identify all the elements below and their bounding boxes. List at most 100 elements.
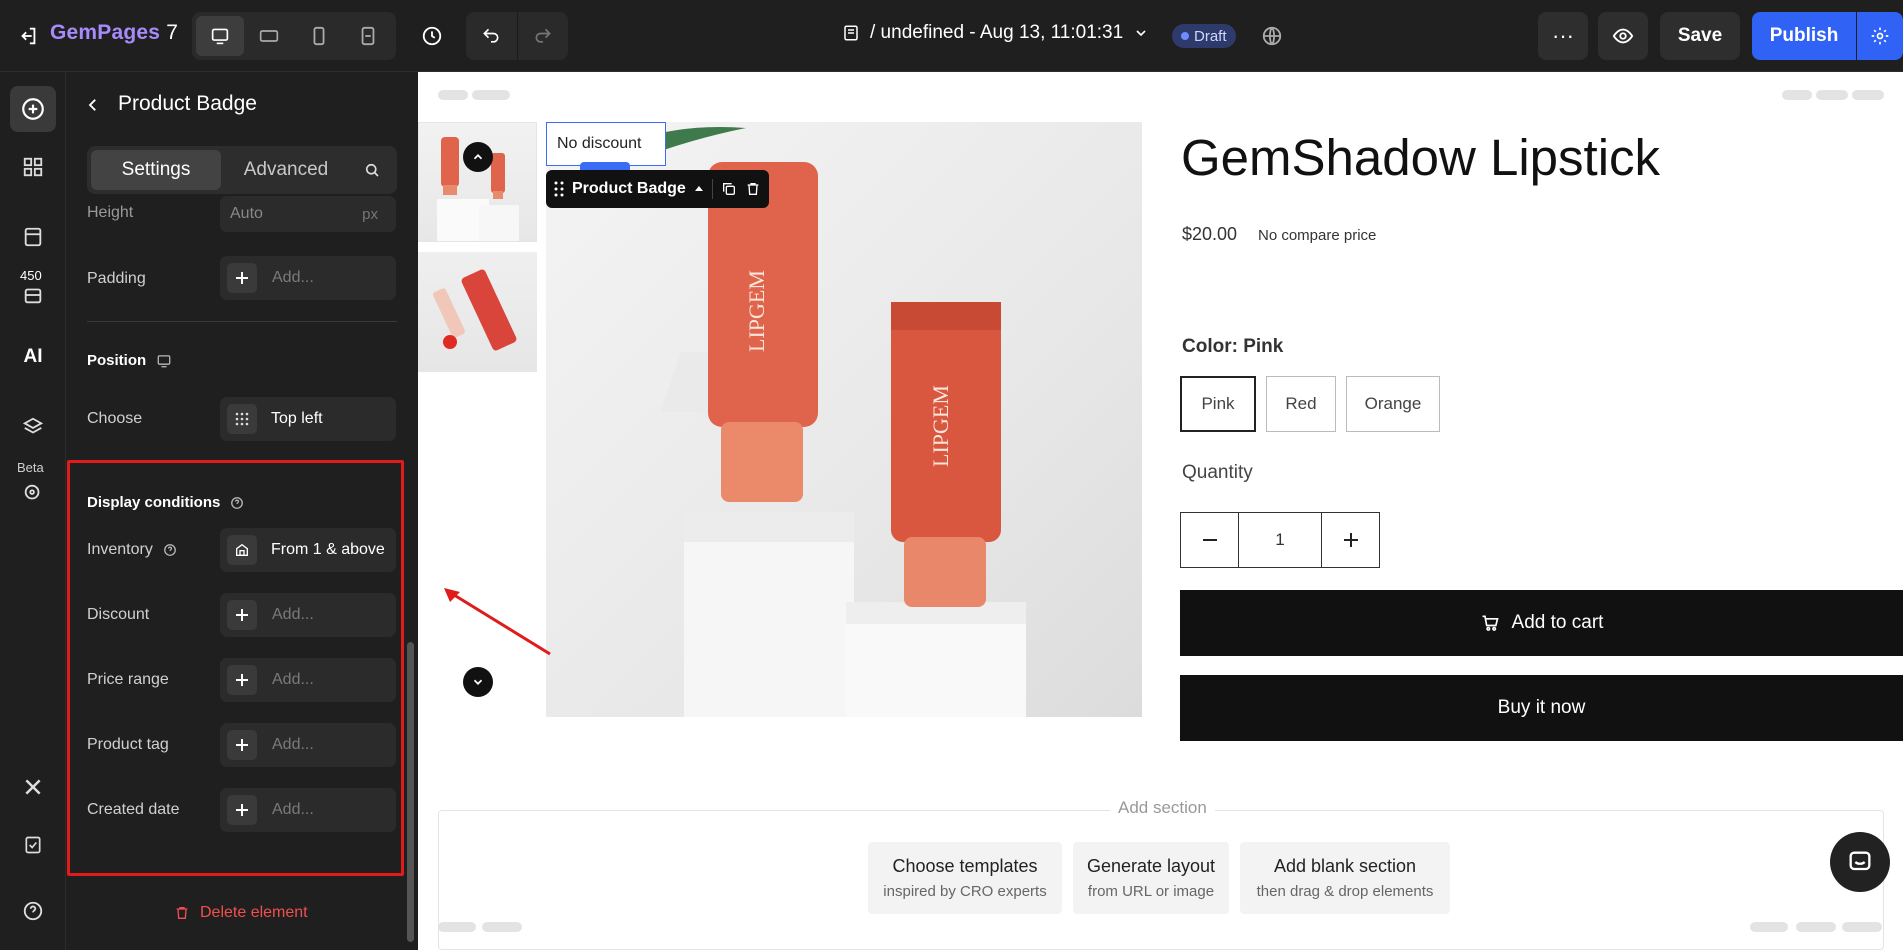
delete-element-button[interactable]: Delete element — [174, 904, 308, 922]
editor-canvas: LIPGEM LIPGEM No discount Product Badge … — [418, 72, 1903, 950]
help-icon[interactable] — [230, 496, 244, 510]
product-badge[interactable]: No discount — [546, 122, 666, 166]
globe-icon[interactable] — [1258, 22, 1286, 50]
store-icon — [227, 535, 257, 565]
add-to-cart-label: Add to cart — [1511, 612, 1604, 633]
help-icon[interactable] — [10, 888, 56, 934]
price-range-placeholder: Add... — [272, 671, 314, 688]
plus-icon — [227, 795, 257, 825]
brand-version: 7 — [166, 21, 179, 44]
minus-icon[interactable] — [1181, 513, 1238, 567]
publish-settings-button[interactable] — [1857, 12, 1903, 60]
height-value: Auto — [230, 205, 263, 222]
library-icon[interactable] — [10, 272, 56, 318]
product-tag-field[interactable]: Add... — [220, 723, 396, 767]
choose-templates-button[interactable]: Choose templates inspired by CRO experts — [868, 842, 1062, 914]
product-title: GemShadow Lipstick — [1181, 129, 1661, 186]
tab-advanced[interactable]: Advanced — [221, 150, 351, 190]
add-blank-section-button[interactable]: Add blank section then drag & drop eleme… — [1240, 842, 1450, 914]
checklist-icon[interactable] — [10, 822, 56, 868]
toolbar-element-name[interactable]: Product Badge — [572, 180, 686, 198]
more-options-button[interactable]: ··· — [1538, 12, 1588, 60]
x-brand-icon[interactable] — [10, 764, 56, 810]
history-icon[interactable] — [414, 18, 450, 54]
search-icon[interactable] — [351, 150, 393, 190]
product-price: $20.00 — [1182, 224, 1238, 244]
mobile-icon[interactable] — [295, 16, 343, 56]
desktop-icon — [157, 354, 171, 367]
page-icon — [844, 25, 858, 41]
placeholder-bar — [1842, 922, 1882, 932]
color-option-pink[interactable]: Pink — [1180, 376, 1256, 432]
chat-support-button[interactable] — [1830, 832, 1890, 892]
product-thumbnail[interactable] — [418, 252, 537, 372]
tab-settings[interactable]: Settings — [91, 150, 221, 190]
chevron-down-icon[interactable] — [463, 667, 493, 697]
option-title: Generate layout — [1086, 856, 1216, 876]
ai-icon[interactable]: AI — [10, 334, 56, 380]
annotation-arrow — [444, 588, 551, 656]
undo-icon[interactable] — [466, 12, 517, 60]
tracking-icon[interactable] — [10, 470, 56, 516]
duplicate-icon[interactable] — [721, 181, 737, 197]
discount-field[interactable]: Add... — [220, 593, 396, 637]
created-date-label: Created date — [87, 801, 180, 818]
add-to-cart-button[interactable]: Add to cart — [1180, 590, 1903, 656]
plus-icon[interactable] — [1322, 513, 1379, 567]
cart-icon — [1482, 615, 1499, 631]
product-tag-label: Product tag — [87, 736, 169, 753]
inventory-field[interactable]: From 1 & above — [220, 528, 396, 572]
status-badge: Draft — [1172, 24, 1236, 48]
panel-scrollbar[interactable] — [407, 642, 414, 942]
placeholder-bar — [1852, 90, 1884, 100]
add-element-icon[interactable] — [10, 86, 56, 132]
height-field[interactable]: Auto px — [220, 196, 396, 232]
color-option-red[interactable]: Red — [1266, 376, 1336, 432]
quantity-stepper: 1 — [1180, 512, 1380, 568]
page-selector[interactable]: / undefined - Aug 13, 11:01:31 — [842, 22, 1149, 44]
sections-icon[interactable] — [10, 144, 56, 190]
redo-icon[interactable] — [516, 12, 569, 60]
drag-handle-icon[interactable] — [554, 181, 564, 197]
position-heading: Position — [87, 352, 172, 369]
placeholder-bar — [438, 922, 476, 932]
trash-icon[interactable] — [745, 181, 761, 197]
padding-field[interactable]: Add... — [220, 256, 396, 300]
color-label: Color: Pink — [1182, 336, 1283, 358]
publish-button[interactable]: Publish — [1752, 12, 1856, 60]
device-switcher — [192, 12, 396, 60]
buy-now-button[interactable]: Buy it now — [1180, 675, 1903, 741]
layers-icon[interactable] — [10, 404, 56, 450]
add-section-label: Add section — [1110, 798, 1215, 818]
option-title: Add blank section — [1273, 856, 1417, 876]
position-select[interactable]: Top left — [220, 397, 396, 441]
help-icon[interactable] — [163, 543, 177, 557]
generate-layout-button[interactable]: Generate layout from URL or image — [1073, 842, 1229, 914]
preview-button[interactable] — [1598, 12, 1648, 60]
discount-label: Discount — [87, 606, 150, 623]
price-range-field[interactable]: Add... — [220, 658, 396, 702]
save-button[interactable]: Save — [1660, 12, 1740, 60]
element-toolbar: Product Badge — [546, 170, 769, 208]
color-option-orange[interactable]: Orange — [1346, 376, 1440, 432]
product-thumbnail[interactable] — [418, 122, 537, 242]
desktop-icon[interactable] — [196, 16, 244, 56]
color-label-text: Color: — [1182, 336, 1238, 357]
caret-up-icon[interactable] — [694, 184, 704, 194]
custom-device-icon[interactable] — [345, 16, 393, 56]
plus-icon — [227, 263, 257, 293]
option-title: Choose templates — [892, 856, 1038, 876]
quantity-input[interactable]: 1 — [1238, 513, 1322, 567]
tablet-landscape-icon[interactable] — [246, 16, 294, 56]
chevron-down-icon — [1136, 30, 1146, 37]
product-main-image[interactable]: LIPGEM LIPGEM — [546, 122, 1142, 717]
placeholder-bar — [472, 90, 510, 100]
brand-name: GemPages — [50, 21, 161, 44]
inventory-label-text: Inventory — [87, 541, 153, 558]
back-arrow-icon[interactable] — [80, 92, 106, 118]
chevron-up-icon[interactable] — [463, 142, 493, 172]
exit-icon[interactable] — [14, 22, 42, 50]
pages-icon[interactable] — [10, 214, 56, 260]
created-date-field[interactable]: Add... — [220, 788, 396, 832]
height-unit: px — [362, 205, 378, 223]
